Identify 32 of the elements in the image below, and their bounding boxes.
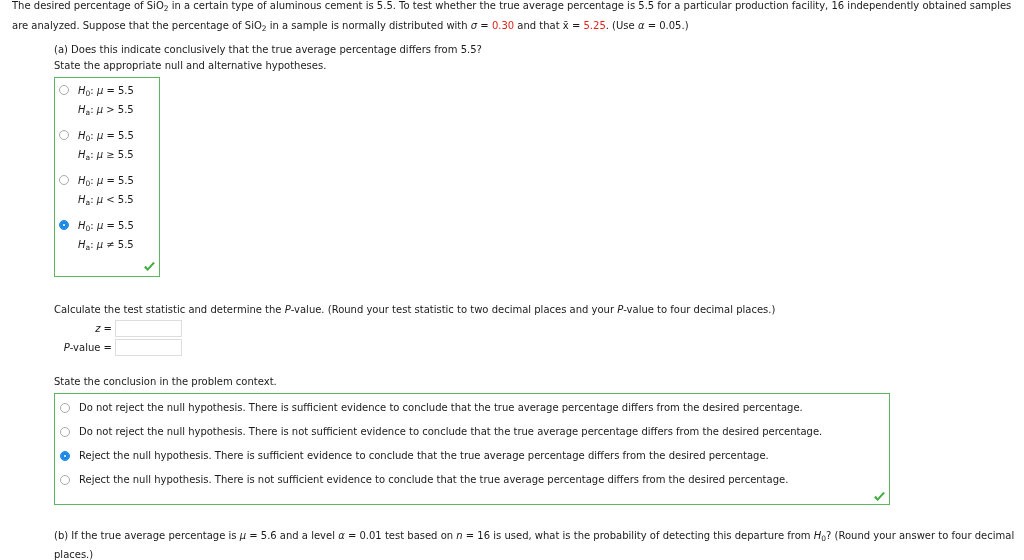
hypothesis-text: H$_{a}$: μ ≠ 5.5	[78, 238, 134, 251]
input-field[interactable]	[115, 339, 182, 356]
radio-button[interactable]	[59, 220, 69, 230]
hypothesis-text: H$_{a}$: μ > 5.5	[78, 103, 134, 116]
checkmark-icon	[873, 492, 886, 502]
hypothesis-text: H$_{a}$: μ < 5.5	[78, 193, 134, 206]
hypothesis-text: H$_{0}$: μ = 5.5	[78, 129, 134, 142]
radio-button[interactable]	[60, 451, 70, 461]
problem-text: The desired percentage of SiO$_{2}$ in a certain type of aluminous cement is 5.5. To test whether the true average percentage is 5.5 for a particular production facility, 16 independently obtained samples are analyzed. Suppose that the percentage of SiO$_{2}$ in a sample is normally distributed with σ = 0.30 and that x̄ = 5.25. (Use α = 0.05.)	[12, 0, 1013, 35]
question-text: (a) Does this indicate conclusively that the true average percentage differs from 5.5?	[54, 43, 483, 57]
question-text: (b) If the true average percentage is μ = 5.6 and a level α = 0.01 test based on n = 16 is used, what is the probability of detecting this departure from H$_{0}$? (Round your answer to four decimal places.)	[54, 529, 1016, 560]
hypothesis-text: H$_{0}$: μ = 5.5	[78, 174, 134, 187]
checkmark-icon	[143, 262, 156, 272]
instruction-text: Calculate the test statistic and determine the P-value. (Round your test statistic to two decimal places and your P-value to four decimal places.)	[54, 303, 777, 317]
field-label: P-value =	[62, 341, 112, 355]
hypothesis-text: H$_{0}$: μ = 5.5	[78, 84, 134, 97]
radio-button[interactable]	[59, 130, 69, 140]
option-text: Reject the null hypothesis. There is sufficient evidence to conclude that the true average percentage differs from the desired percentage.	[79, 449, 769, 462]
instruction-text: State the appropriate null and alternative hypotheses.	[54, 59, 328, 73]
radio-button[interactable]	[59, 85, 69, 95]
hypothesis-text: H$_{a}$: μ ≥ 5.5	[78, 148, 134, 161]
radio-button[interactable]	[60, 403, 70, 413]
radio-button[interactable]	[59, 175, 69, 185]
input-field[interactable]	[115, 320, 182, 337]
option-text: Do not reject the null hypothesis. There is not sufficient evidence to conclude that the true average percentage differs from the desired percentage.	[79, 425, 823, 438]
hypothesis-text: H$_{0}$: μ = 5.5	[78, 219, 134, 232]
option-text: Do not reject the null hypothesis. There is sufficient evidence to conclude that the true average percentage differs from the desired percentage.	[79, 401, 803, 414]
radio-button[interactable]	[60, 475, 70, 485]
instruction-text: State the conclusion in the problem context.	[54, 375, 278, 389]
option-text: Reject the null hypothesis. There is not sufficient evidence to conclude that the true average percentage differs from the desired percentage.	[79, 473, 789, 486]
field-label: z =	[94, 322, 112, 336]
radio-button[interactable]	[60, 427, 70, 437]
